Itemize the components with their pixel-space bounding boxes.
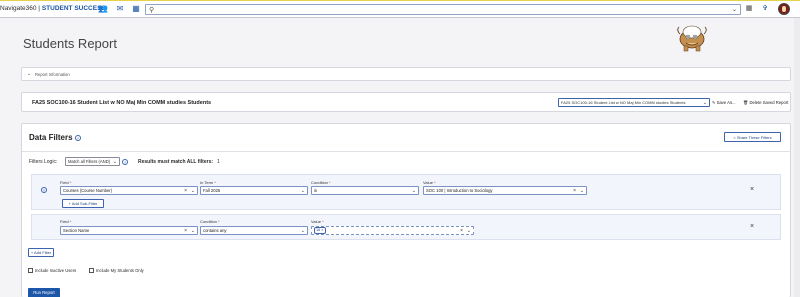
chevron-down-icon[interactable]: ⌄ [580,187,584,194]
brand-name: Navigate360 [0,5,37,12]
value-label: Value * [311,219,324,224]
condition-select[interactable]: is ⌄ [311,186,419,195]
chevron-down-icon[interactable]: ⌄ [301,227,305,234]
value-label: Value * [423,180,436,185]
brand-logo[interactable]: Navigate360 | STUDENT SUCCESS [0,5,106,12]
data-filters-panel: Data Filters ? < Share These Filters Fil… [21,123,791,297]
clear-icon[interactable]: × [573,187,576,194]
grid-icon[interactable]: ▦ [744,4,754,14]
data-filters-title: Data Filters ? [29,133,81,142]
condition-select[interactable]: contains any ⌄ [200,226,308,235]
saved-report-name: FA25 SOC100-16 Student List w NO Maj Min… [32,100,212,106]
chevron-down-icon: ⌄ [27,71,32,77]
include-my-students-checkbox[interactable]: Include My Students Only [89,268,144,274]
report-information-toggle[interactable]: ⌄ Report Information [21,67,791,81]
checkbox-box[interactable] [28,268,33,274]
value-tag[interactable]: 16 × [314,227,326,234]
must-match-label: Results must match ALL filters: [138,159,214,165]
remove-filter-icon[interactable]: × [750,223,754,230]
page-title: Students Report [23,36,117,51]
help-icon[interactable]: ? [41,187,47,193]
filters-logic-select[interactable]: Match all Filters (AND) ⌄ [65,157,120,166]
mail-icon[interactable]: ✉ [115,4,125,14]
term-label: In Term * [200,180,216,185]
include-my-students-label: Include My Students Only [96,268,144,273]
checkbox-box[interactable] [89,268,94,274]
data-filters-title-text: Data Filters [29,133,73,142]
calendar-icon[interactable]: ▦ [131,4,141,14]
chevron-down-icon[interactable]: ⌄ [301,187,305,194]
clear-icon[interactable]: × [184,227,187,234]
help-icon[interactable]: ? [122,159,128,165]
field-select-value: Courses (Course Number) [63,188,113,193]
clear-icon[interactable]: × [184,187,187,194]
share-filters-label: Share These Filters [736,135,772,140]
value-select-value: SOC 100 | Introduction to Sociology [426,188,493,193]
user-avatar[interactable] [778,3,790,15]
include-inactive-label: Include Inactive Users [35,268,77,273]
saved-report-select[interactable]: FA25 SOC100-16 Student List w NO Maj Min… [558,98,710,107]
field-select[interactable]: Courses (Course Number) × ⌄ [60,186,198,195]
top-navigation-bar: Navigate360 | STUDENT SUCCESS 👥 ✉ ▦ ⚲ ⌄ … [0,0,800,18]
pin-icon[interactable]: ✞ [760,4,770,14]
delete-saved-report-button[interactable]: 🗑 Delete Saved Report [743,100,788,106]
chevron-down-icon: ⌄ [702,100,707,106]
mascot-illustration [677,25,707,52]
must-match-marker: 1 [217,159,220,165]
brand-product: STUDENT SUCCESS [41,5,106,12]
chevron-down-icon[interactable]: ⌄ [467,227,471,234]
chevron-down-icon[interactable]: ⌄ [191,187,195,194]
filters-logic-value: Match all Filters (AND) [68,159,111,164]
condition-select-value: contains any [203,228,227,233]
chevron-down-icon[interactable]: ⌄ [191,227,195,234]
field-select[interactable]: Section Name × ⌄ [60,226,198,235]
share-icon: < [733,135,736,140]
search-icon: ⚲ [149,7,155,14]
filters-logic-label: Filters Logic: [29,159,58,165]
filter-row-1: ? Field * Courses (Course Number) × ⌄ In… [31,174,781,210]
chevron-down-icon: ⌄ [112,159,117,165]
field-label: Field * [60,219,72,224]
delete-saved-report-label: Delete Saved Report [749,100,789,105]
save-icon: ✎ [712,100,716,105]
add-filter-button[interactable]: + Add Filter [28,248,54,257]
run-report-button[interactable]: Run Report [28,288,60,297]
saved-report-select-value: FA25 SOC100-16 Student List w NO Maj Min… [561,100,686,105]
data-filters-header: Data Filters ? < Share These Filters [22,124,790,152]
value-select[interactable]: SOC 100 | Introduction to Sociology × ⌄ [423,186,587,195]
remove-filter-icon[interactable]: × [750,186,754,193]
term-select-value: Fall 2025 [203,188,221,193]
field-label: Field * [60,180,72,185]
help-icon[interactable]: ? [74,134,81,141]
filter-row-2: Field * Section Name × ⌄ Condition * con… [31,214,781,240]
saved-report-bar: FA25 SOC100-16 Student List w NO Maj Min… [21,92,791,112]
page-scrollbar[interactable] [794,18,800,297]
term-select[interactable]: Fall 2025 ⌄ [200,186,308,195]
share-filters-button[interactable]: < Share These Filters [724,132,781,142]
report-information-label: Report Information [35,72,70,77]
value-multiselect[interactable]: 16 × × ⌄ [311,226,474,235]
chevron-down-icon[interactable]: ⌄ [412,187,416,194]
global-search-input[interactable]: ⚲ ⌄ [145,4,741,15]
trash-icon: 🗑 [743,100,749,105]
condition-label: Condition * [200,219,220,224]
save-as-button[interactable]: ✎ Save As... [712,100,736,105]
people-icon[interactable]: 👥 [98,4,108,14]
save-as-label: Save As... [716,100,736,105]
chevron-down-icon[interactable]: ⌄ [732,6,737,13]
include-inactive-checkbox[interactable]: Include Inactive Users [28,268,77,274]
condition-select-value: is [314,188,318,193]
add-sub-filter-button[interactable]: + Add Sub-Filter [62,199,104,208]
condition-label: Condition * [311,180,331,185]
field-select-value: Section Name [63,228,90,233]
clear-icon[interactable]: × [460,227,463,234]
